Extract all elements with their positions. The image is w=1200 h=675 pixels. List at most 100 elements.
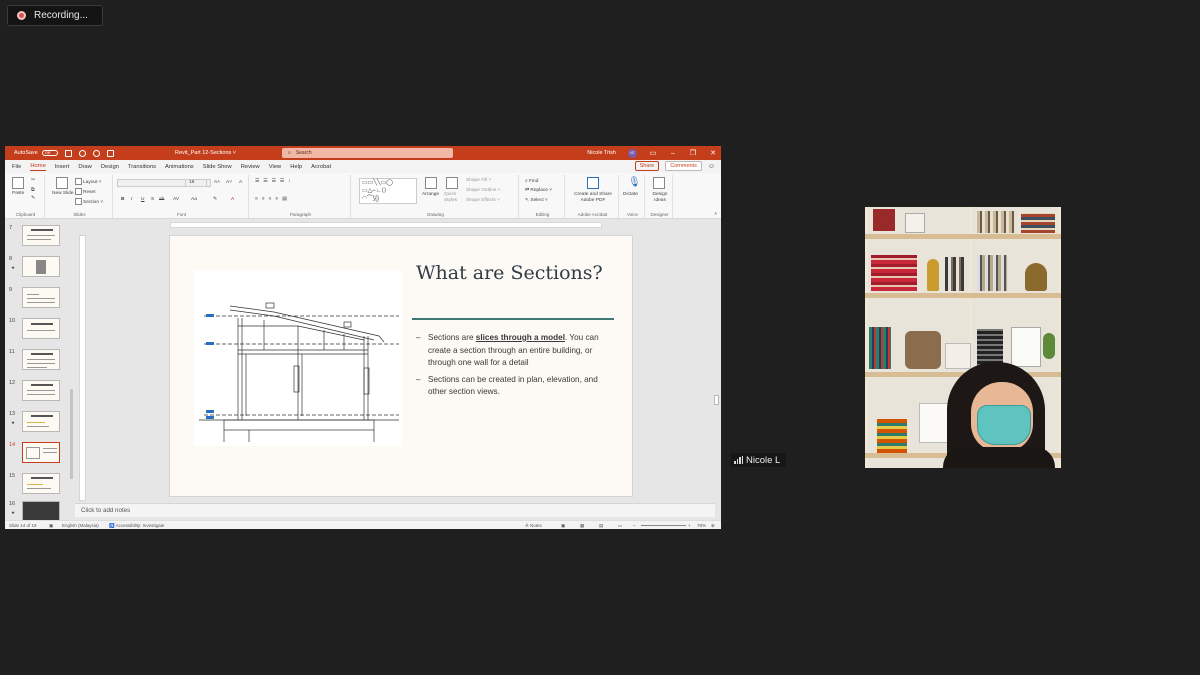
arrange-icon[interactable] — [425, 177, 437, 189]
zoom-out-icon[interactable]: – — [633, 523, 636, 528]
fit-slide-icon[interactable]: ⊕ — [711, 523, 715, 529]
section-button[interactable]: Section ˅ — [75, 198, 103, 205]
spellcheck-icon[interactable]: ▣ — [49, 523, 53, 529]
tab-file[interactable]: File — [12, 164, 21, 170]
replace-button[interactable]: ⇄ Replace ˅ — [525, 188, 552, 193]
create-pdf-button[interactable]: Create and Share Adobe PDF — [569, 192, 617, 204]
font-size-input[interactable]: 18 — [185, 179, 207, 187]
shape-fill-button[interactable]: Shape Fill ˅ — [466, 178, 491, 183]
italic-icon[interactable]: I — [131, 197, 132, 202]
user-name[interactable]: Nicole Trish — [587, 150, 616, 156]
thumbnail-slide-10[interactable]: 10 — [7, 318, 65, 339]
redo-icon[interactable] — [92, 149, 100, 157]
thumbnail-slide-13[interactable]: 13 ★ — [7, 411, 65, 432]
quick-styles-icon[interactable] — [446, 177, 458, 189]
zoom-slider[interactable] — [641, 525, 686, 526]
shape-effects-button[interactable]: Shape Effects ˅ — [466, 198, 500, 203]
microphone-icon[interactable]: 🎙 — [628, 177, 641, 188]
search-box[interactable]: ⌕ Search — [282, 148, 453, 158]
notes-pane[interactable]: Click to add notes — [75, 503, 715, 517]
cut-icon[interactable]: ✂ — [31, 178, 35, 183]
bold-icon[interactable]: B — [121, 197, 124, 202]
slide-thumbnails[interactable]: 7 8 ★ 9 10 11 12 13 ★ 14 15 16 ★ — [5, 219, 67, 522]
current-slide[interactable]: What are Sections? – Sections are slices… — [169, 235, 633, 497]
reading-view-icon[interactable]: ▤ — [599, 523, 603, 529]
scrollbar-thumb[interactable] — [714, 395, 719, 405]
spacing-icon[interactable]: AV — [173, 197, 179, 202]
collapse-ribbon-icon[interactable]: ˄ — [714, 212, 717, 217]
align-icons[interactable]: ≡≡≡≡▤ — [255, 197, 291, 202]
tab-view[interactable]: View — [269, 164, 281, 170]
thumbnail-slide-12[interactable]: 12 — [7, 380, 65, 401]
shrink-font-icon[interactable]: A˅ — [226, 180, 232, 185]
format-painter-icon[interactable]: ✎ — [31, 196, 35, 201]
avatar[interactable]: NT — [628, 148, 637, 158]
underline-icon[interactable]: U — [141, 197, 144, 202]
feedback-icon[interactable]: ☺ — [708, 163, 715, 170]
ribbon-display-icon[interactable]: ▭ — [649, 149, 657, 157]
present-icon[interactable] — [106, 149, 114, 157]
layout-button[interactable]: Layout ˅ — [75, 178, 102, 185]
tab-review[interactable]: Review — [241, 164, 260, 170]
notes-toggle[interactable]: ≙ Notes — [525, 523, 542, 529]
tab-draw[interactable]: Draw — [78, 164, 92, 170]
tab-help[interactable]: Help — [290, 164, 302, 170]
section-drawing-image[interactable] — [194, 270, 402, 446]
tab-home[interactable]: Home — [30, 163, 46, 171]
comments-button[interactable]: Comments — [665, 161, 702, 171]
autosave-toggle[interactable]: Off — [41, 150, 58, 156]
font-color-icon[interactable]: A — [231, 197, 234, 202]
list-icons[interactable]: ☰☰☰☰↕ — [255, 179, 295, 184]
minimize-icon[interactable]: – — [669, 150, 677, 157]
scrollbar-thumb[interactable] — [70, 389, 73, 479]
slide-title[interactable]: What are Sections? — [416, 262, 603, 284]
dictate-button[interactable]: Dictate — [623, 192, 638, 197]
select-button[interactable]: ↖ Select ˅ — [525, 198, 548, 203]
thumbnail-slide-9[interactable]: 9 — [7, 287, 65, 308]
zoom-level[interactable]: 78% — [697, 523, 706, 528]
grow-font-icon[interactable]: A˄ — [214, 180, 220, 185]
participant-video[interactable] — [865, 207, 1061, 468]
undo-icon[interactable] — [78, 149, 86, 157]
thumbnail-slide-15[interactable]: 15 — [7, 473, 65, 494]
find-button[interactable]: ⌕ Find — [525, 178, 538, 184]
thumbnail-slide-8[interactable]: 8 ★ — [7, 256, 65, 277]
shape-outline-button[interactable]: Shape Outline ˅ — [466, 188, 501, 193]
shapes-gallery[interactable]: ▭▭╲╲▭◯ ▭△⌐∟⟨⟩ ◜◝⌒⟆{} — [359, 178, 417, 204]
highlight-icon[interactable]: ✎ — [213, 197, 217, 202]
copy-icon[interactable]: ⧉ — [31, 187, 34, 193]
change-case-icon[interactable]: Aa — [191, 197, 197, 202]
thumbnail-slide-16[interactable]: 16 ★ — [7, 501, 65, 522]
quick-styles-button[interactable]: Quick Styles — [444, 192, 460, 204]
design-ideas-icon[interactable] — [653, 177, 665, 189]
tab-transitions[interactable]: Transitions — [128, 164, 156, 170]
thumbnail-scrollbar[interactable] — [69, 219, 74, 501]
tab-design[interactable]: Design — [101, 164, 119, 170]
slide-body-text[interactable]: – Sections are slices through a model. Y… — [416, 332, 616, 403]
reset-button[interactable]: Reset — [75, 188, 96, 195]
new-slide-icon[interactable] — [56, 177, 68, 189]
tab-insert[interactable]: Insert — [55, 164, 70, 170]
editor-scrollbar[interactable] — [714, 219, 719, 501]
accessibility-status[interactable]: ♿ Accessibility: Investigate — [109, 523, 164, 529]
save-icon[interactable] — [64, 149, 72, 157]
strikethrough-icon[interactable]: ab — [159, 197, 164, 202]
paste-icon[interactable] — [12, 177, 24, 189]
tab-animations[interactable]: Animations — [165, 164, 194, 170]
normal-view-icon[interactable]: ▣ — [561, 523, 565, 529]
tab-slide-show[interactable]: Slide Show — [203, 164, 232, 170]
clear-format-icon[interactable]: A — [239, 180, 242, 185]
shadow-icon[interactable]: S — [151, 197, 154, 202]
new-slide-button[interactable]: New Slide — [52, 191, 74, 197]
slideshow-icon[interactable]: ▭ — [618, 523, 622, 529]
share-button[interactable]: Share — [634, 161, 660, 171]
thumbnail-slide-11[interactable]: 11 — [7, 349, 65, 370]
tab-acrobat[interactable]: Acrobat — [311, 164, 331, 170]
thumbnail-slide-14[interactable]: 14 — [7, 442, 65, 463]
paste-button[interactable]: Paste — [12, 191, 24, 196]
arrange-button[interactable]: Arrange — [422, 192, 439, 197]
recording-indicator[interactable]: Recording... — [7, 5, 103, 26]
restore-icon[interactable]: ❐ — [689, 149, 697, 157]
zoom-in-icon[interactable]: + — [688, 523, 691, 528]
close-icon[interactable]: ✕ — [709, 149, 717, 157]
